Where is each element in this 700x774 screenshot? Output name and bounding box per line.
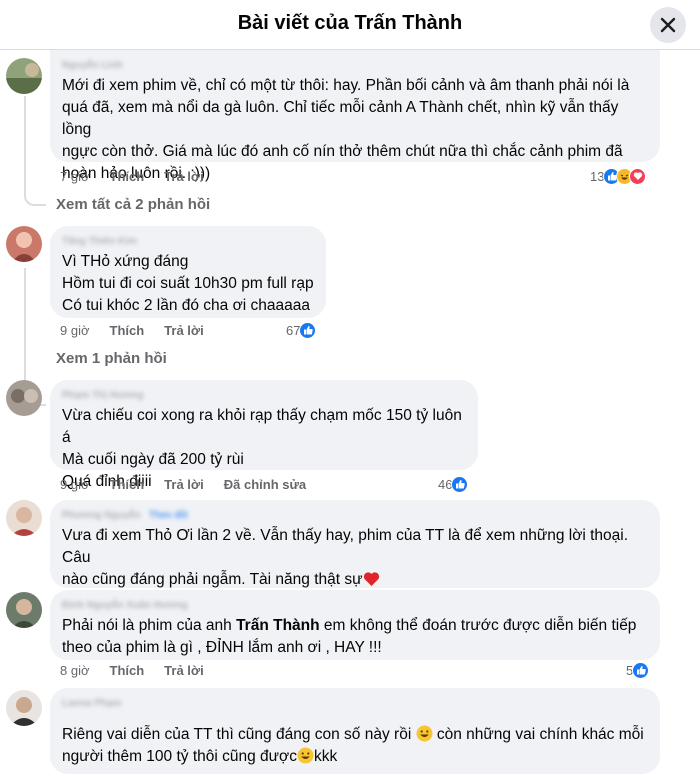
avatar[interactable]: [6, 690, 42, 726]
comment-time[interactable]: 9 giờ: [60, 477, 90, 492]
edited-label[interactable]: Đã chỉnh sửa: [224, 477, 306, 492]
reply-button[interactable]: Trả lời: [164, 169, 204, 184]
avatar[interactable]: [6, 58, 42, 94]
dialog-header: Bài viết của Trấn Thành: [0, 0, 700, 50]
follow-link[interactable]: Theo dõi: [149, 510, 188, 521]
reaction-summary[interactable]: 5: [626, 660, 650, 680]
comment-time[interactable]: 8 giờ: [60, 663, 90, 678]
avatar[interactable]: [6, 592, 42, 628]
comment-bubble: Lanna Phạm Riêng vai diễn của TT thì cũn…: [50, 688, 660, 774]
mention-link[interactable]: Trấn Thành: [236, 617, 320, 634]
comment-author[interactable]: Nguyễn Linh: [62, 60, 123, 71]
reaction-summary[interactable]: 67: [286, 320, 317, 340]
close-button[interactable]: [650, 7, 686, 43]
comment-meta: 9 giờ Thích Trả lời Đã chỉnh sửa: [60, 474, 326, 494]
comments-feed[interactable]: Nguyễn Linh Mới đi xem phim về, chỉ có m…: [0, 50, 700, 774]
comment-meta: 7 giờ Thích Trả lời: [60, 166, 224, 186]
comment-author[interactable]: Lanna Phạm: [62, 698, 121, 709]
reply-button[interactable]: Trả lời: [164, 323, 204, 338]
love-reaction-icon: [629, 167, 647, 185]
like-button[interactable]: Thích: [110, 169, 145, 184]
comment-author[interactable]: Phạm Thị Hương: [62, 390, 144, 401]
like-button[interactable]: Thích: [110, 477, 145, 492]
like-reaction-icon: [299, 321, 317, 339]
grinning-emoji-icon: [416, 725, 433, 742]
avatar[interactable]: [6, 500, 42, 536]
view-replies-link[interactable]: Xem tất cả 2 phản hồi: [56, 196, 210, 213]
comment-bubble: Phạm Thị Hương Vừa chiếu coi xong ra khỏ…: [50, 380, 478, 490]
comment-text: Riêng vai diễn của TT thì cũng đáng con …: [62, 725, 644, 765]
comment-bubble: Phương Nguyễn Theo dõi Vưa đi xem Thỏ Ơi…: [50, 500, 660, 588]
close-icon: [660, 17, 676, 33]
comment-bubble: Nguyễn Linh Mới đi xem phim về, chỉ có m…: [50, 50, 660, 182]
grinning-emoji-icon: [297, 747, 314, 764]
comment-text: Phải nói là phim của anh Trấn Thành em k…: [62, 617, 637, 656]
dialog-title: Bài viết của Trấn Thành: [237, 12, 463, 34]
reaction-count: 67: [286, 322, 301, 338]
thread-line: [24, 268, 26, 394]
like-reaction-icon: [451, 475, 469, 493]
comment-time[interactable]: 7 giờ: [60, 169, 90, 184]
like-button[interactable]: Thích: [110, 663, 145, 678]
comment-bubble: Đinh Nguyễn Xuân Hương Phải nói là phim …: [50, 590, 660, 660]
comment-time[interactable]: 9 giờ: [60, 323, 90, 338]
avatar[interactable]: [6, 226, 42, 262]
comment-text: Vưa đi xem Thỏ Ơi lần 2 về. Vẫn thấy hay…: [62, 527, 629, 588]
reply-button[interactable]: Trả lời: [164, 663, 204, 678]
red-heart-icon: [363, 572, 379, 586]
comment-author[interactable]: Đinh Nguyễn Xuân Hương: [62, 600, 187, 611]
reaction-count: 13: [590, 168, 605, 184]
comment-meta: 9 giờ Thích Trả lời: [60, 320, 224, 340]
reaction-summary[interactable]: 13: [590, 166, 647, 186]
comment-text: Vì THỏ xứng đáng Hồm tui đi coi suất 10h…: [62, 253, 314, 314]
reaction-summary[interactable]: 46: [438, 474, 469, 494]
comment-meta: 8 giờ Thích Trả lời: [60, 660, 224, 680]
reply-button[interactable]: Trả lời: [164, 477, 204, 492]
comment-author[interactable]: Phương Nguyễn: [62, 510, 141, 521]
avatar[interactable]: [6, 380, 42, 416]
like-reaction-icon: [632, 661, 650, 679]
reaction-count: 46: [438, 476, 453, 492]
thread-connector: [24, 194, 46, 206]
comment-author[interactable]: Tăng Thiên Kim: [62, 236, 137, 247]
thread-line: [24, 96, 26, 194]
comment-bubble: Tăng Thiên Kim Vì THỏ xứng đáng Hồm tui …: [50, 226, 326, 318]
like-button[interactable]: Thích: [110, 323, 145, 338]
view-replies-link[interactable]: Xem 1 phản hồi: [56, 350, 167, 367]
